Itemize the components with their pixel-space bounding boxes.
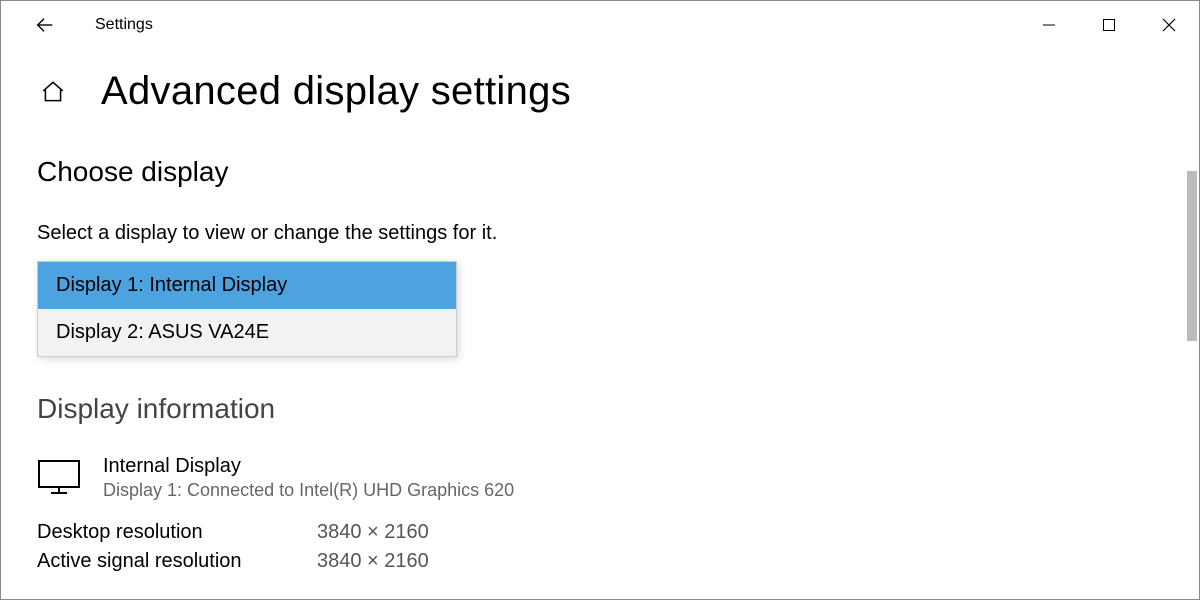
maximize-button[interactable] bbox=[1079, 1, 1139, 49]
scrollbar-thumb[interactable] bbox=[1187, 171, 1197, 341]
display-connection: Display 1: Connected to Intel(R) UHD Gra… bbox=[103, 480, 514, 501]
minimize-button[interactable] bbox=[1019, 1, 1079, 49]
info-row: Active signal resolution 3840 × 2160 bbox=[37, 550, 1163, 573]
back-arrow-icon bbox=[34, 14, 56, 36]
home-button[interactable] bbox=[37, 76, 69, 108]
display-name: Internal Display bbox=[103, 455, 514, 478]
desktop-resolution-label: Desktop resolution bbox=[37, 521, 317, 544]
close-icon bbox=[1162, 18, 1176, 32]
active-signal-resolution-label: Active signal resolution bbox=[37, 550, 317, 573]
page-title: Advanced display settings bbox=[101, 69, 571, 114]
display-option-2[interactable]: Display 2: ASUS VA24E bbox=[38, 309, 456, 356]
active-signal-resolution-value: 3840 × 2160 bbox=[317, 550, 429, 573]
back-button[interactable] bbox=[25, 5, 65, 45]
desktop-resolution-value: 3840 × 2160 bbox=[317, 521, 429, 544]
minimize-icon bbox=[1042, 18, 1056, 32]
display-information-heading: Display information bbox=[37, 393, 1163, 425]
display-select-dropdown[interactable]: Display 1: Internal Display Display 2: A… bbox=[37, 261, 457, 357]
choose-display-instruction: Select a display to view or change the s… bbox=[37, 222, 1163, 245]
close-button[interactable] bbox=[1139, 1, 1199, 49]
home-icon bbox=[40, 79, 66, 105]
info-row: Desktop resolution 3840 × 2160 bbox=[37, 521, 1163, 544]
choose-display-heading: Choose display bbox=[37, 156, 1163, 188]
display-option-1[interactable]: Display 1: Internal Display bbox=[38, 262, 456, 309]
maximize-icon bbox=[1102, 18, 1116, 32]
app-title: Settings bbox=[95, 16, 153, 34]
monitor-icon bbox=[37, 459, 81, 500]
